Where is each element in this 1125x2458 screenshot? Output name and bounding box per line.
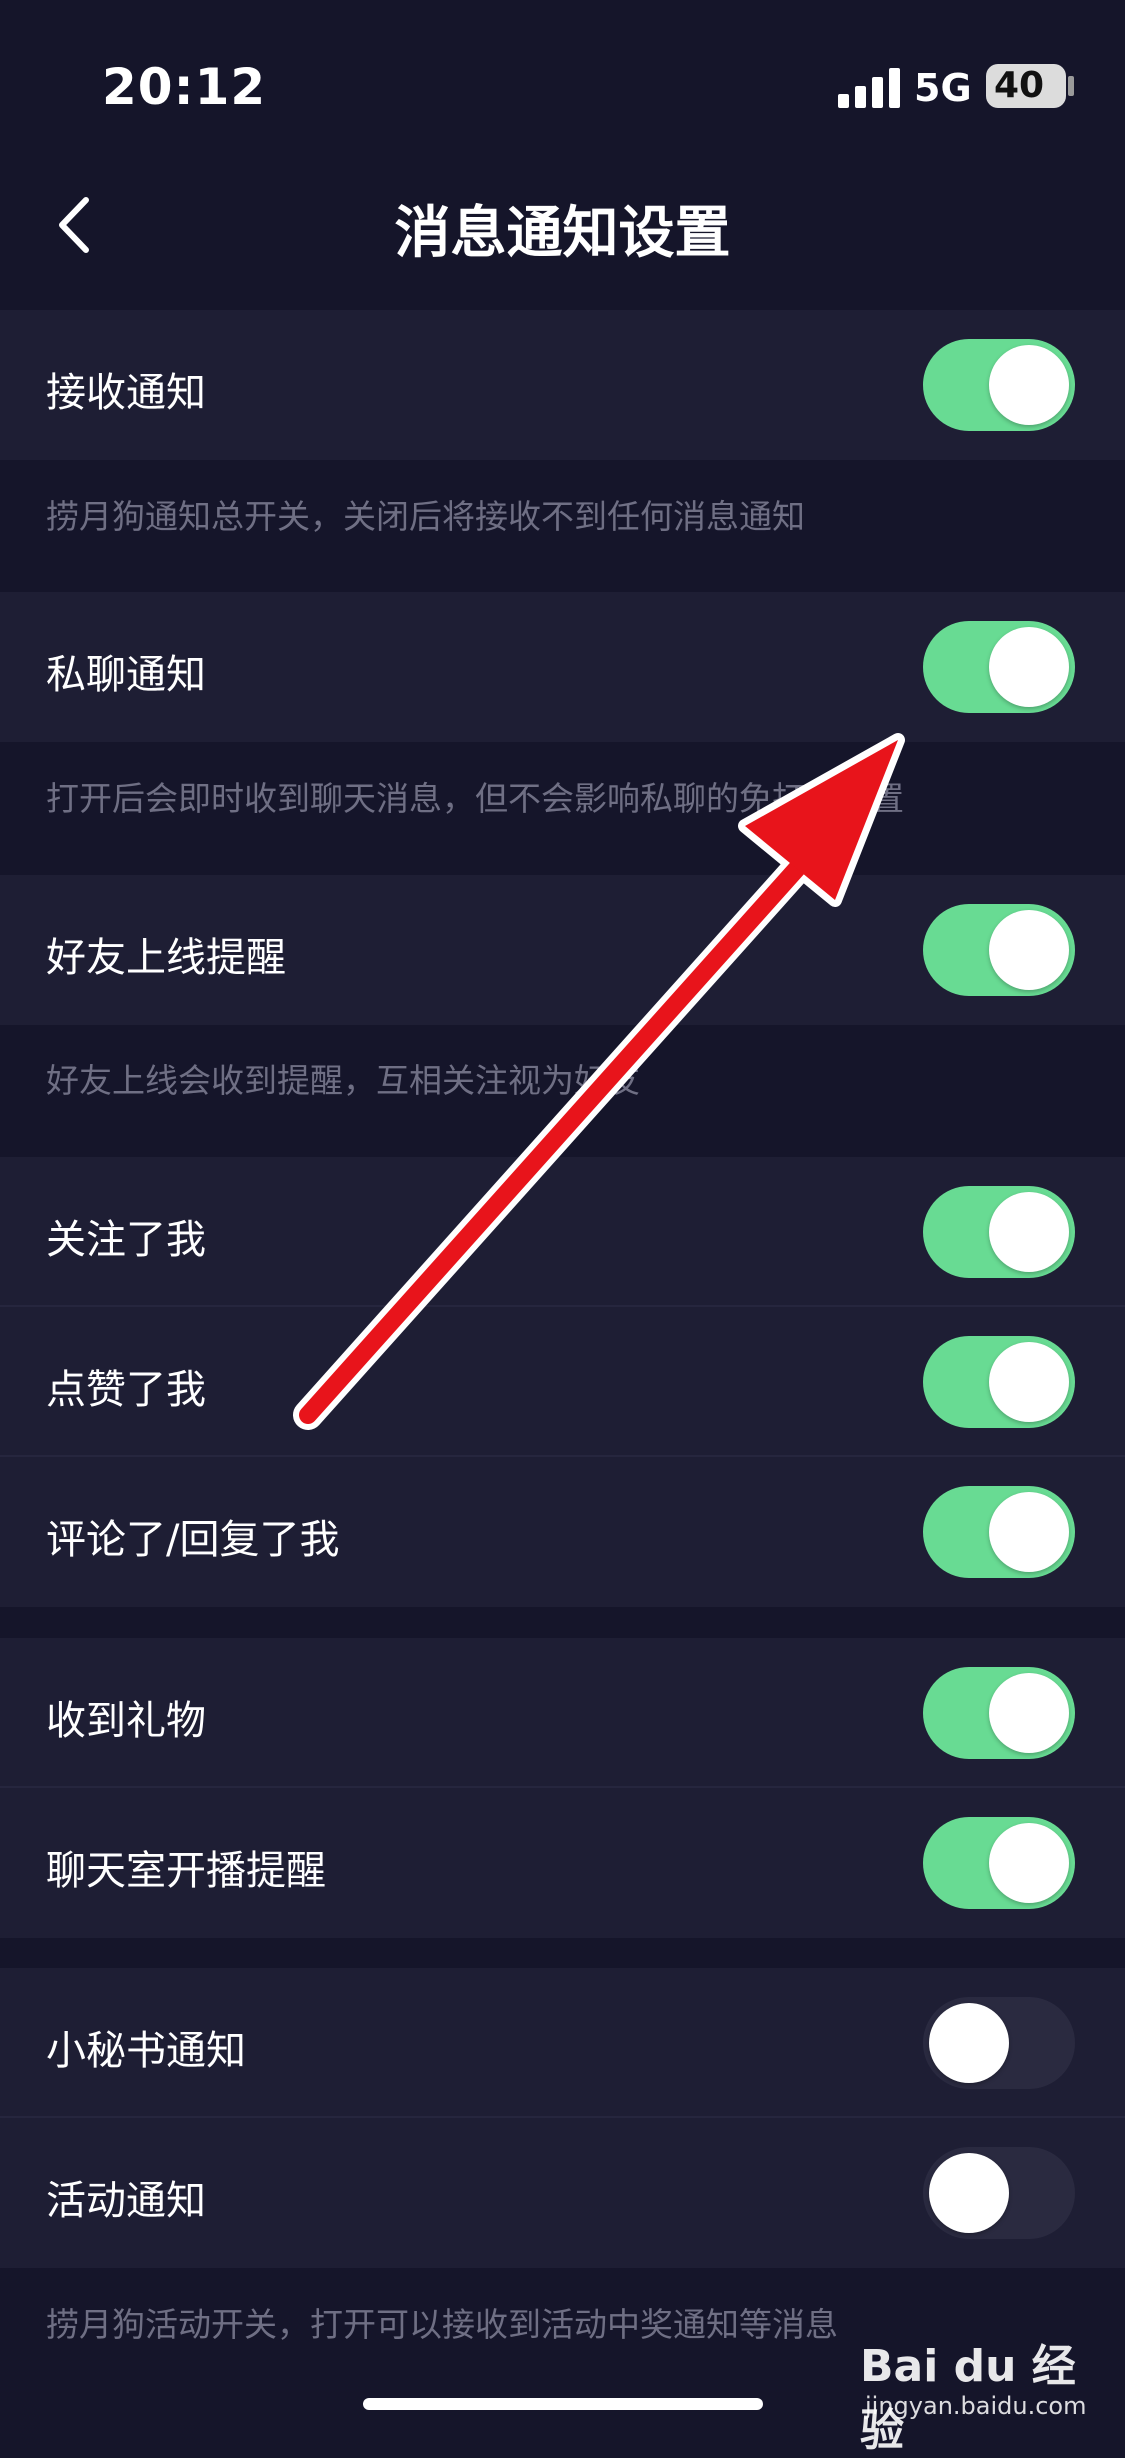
toggle-activity[interactable]: [923, 2147, 1075, 2239]
setting-row-private-chat: 私聊通知: [0, 592, 1125, 742]
toggle-knob: [989, 910, 1069, 990]
toggle-knob: [989, 1823, 1069, 1903]
setting-label-commented-me: 评论了/回复了我: [46, 1517, 340, 1563]
status-bar: 20:12 5G 40: [0, 0, 1125, 175]
setting-row-commented-me: 评论了/回复了我: [0, 1457, 1125, 1607]
setting-row-chatroom-live: 聊天室开播提醒: [0, 1788, 1125, 1938]
setting-label-receive: 接收通知: [46, 370, 206, 416]
status-time: 20:12: [102, 58, 267, 116]
toggle-friend-online[interactable]: [923, 904, 1075, 996]
signal-icon: [838, 68, 900, 108]
toggle-knob: [989, 1673, 1069, 1753]
toggle-secretary[interactable]: [923, 1997, 1075, 2089]
toggle-knob: [989, 1192, 1069, 1272]
toggle-liked-me[interactable]: [923, 1336, 1075, 1428]
setting-desc-private-chat: 打开后会即时收到聊天消息，但不会影响私聊的免打扰设置: [46, 779, 904, 818]
watermark-url: jingyan.baidu.com: [865, 2392, 1087, 2420]
toggle-followed-me[interactable]: [923, 1186, 1075, 1278]
battery-level: 40: [994, 65, 1045, 106]
setting-label-followed-me: 关注了我: [46, 1217, 206, 1263]
setting-desc-receive: 捞月狗通知总开关，关闭后将接收不到任何消息通知: [46, 497, 805, 536]
toggle-knob: [989, 1492, 1069, 1572]
page-title: 消息通知设置: [394, 201, 731, 266]
toggle-knob: [929, 2003, 1009, 2083]
toggle-knob: [989, 627, 1069, 707]
battery-icon: 40: [986, 64, 1066, 108]
toggle-gift[interactable]: [923, 1667, 1075, 1759]
toggle-knob: [989, 1342, 1069, 1422]
setting-desc-friend-online: 好友上线会收到提醒，互相关注视为好友: [46, 1061, 640, 1100]
toggle-chatroom-live[interactable]: [923, 1817, 1075, 1909]
setting-row-secretary: 小秘书通知: [0, 1968, 1125, 2118]
setting-desc-activity: 捞月狗活动开关，打开可以接收到活动中奖通知等消息: [46, 2305, 838, 2344]
setting-label-friend-online: 好友上线提醒: [46, 935, 286, 981]
battery-tip: [1068, 76, 1074, 96]
nav-bar: 消息通知设置: [0, 160, 1125, 310]
setting-row-friend-online: 好友上线提醒: [0, 875, 1125, 1025]
toggle-knob: [989, 345, 1069, 425]
setting-row-activity: 活动通知: [0, 2118, 1125, 2268]
setting-row-liked-me: 点赞了我: [0, 1307, 1125, 1457]
toggle-commented-me[interactable]: [923, 1486, 1075, 1578]
setting-row-receive: 接收通知: [0, 310, 1125, 460]
setting-row-followed-me: 关注了我: [0, 1157, 1125, 1307]
toggle-receive[interactable]: [923, 339, 1075, 431]
toggle-knob: [929, 2153, 1009, 2233]
network-type: 5G: [914, 66, 972, 110]
home-indicator[interactable]: [363, 2398, 763, 2410]
toggle-private-chat[interactable]: [923, 621, 1075, 713]
setting-label-private-chat: 私聊通知: [46, 652, 206, 698]
setting-row-gift: 收到礼物: [0, 1638, 1125, 1788]
baidu-watermark: Bai du 经验 jingyan.baidu.com: [860, 2330, 1110, 2456]
setting-label-activity: 活动通知: [46, 2178, 206, 2224]
setting-label-secretary: 小秘书通知: [46, 2028, 246, 2074]
setting-label-gift: 收到礼物: [46, 1698, 206, 1744]
setting-label-liked-me: 点赞了我: [46, 1367, 206, 1413]
setting-label-chatroom-live: 聊天室开播提醒: [46, 1848, 326, 1894]
